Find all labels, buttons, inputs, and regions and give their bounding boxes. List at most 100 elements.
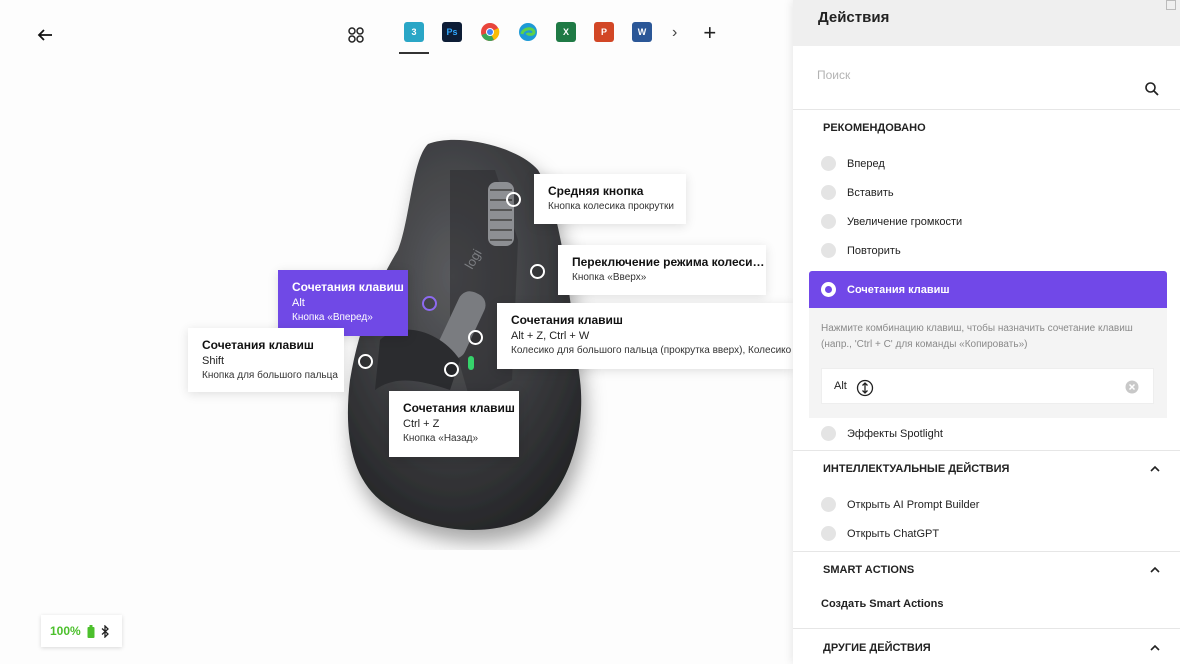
add-app-button[interactable]: +	[703, 22, 716, 44]
callout-middle-button[interactable]: Средняя кнопка Кнопка колесика прокрутки	[534, 174, 686, 224]
callout-subtitle: Кнопка «Вверх»	[572, 272, 647, 283]
edge-icon	[519, 23, 537, 41]
callout-gesture[interactable]: Сочетания клавиш Shift Кнопка для большо…	[188, 328, 344, 392]
callout-subtitle: Кнопка колесика прокрутки	[548, 201, 674, 212]
excel-icon: X	[556, 22, 576, 42]
middle-button-hotspot[interactable]	[506, 192, 521, 207]
selected-action-keystroke[interactable]: Сочетания клавиш	[809, 271, 1167, 308]
gesture-hotspot[interactable]	[358, 354, 373, 369]
app-tab-edge[interactable]	[518, 22, 538, 44]
action-label: Повторить	[847, 244, 901, 257]
action-label: Открыть ChatGPT	[847, 527, 940, 540]
recommended-title: РЕКОМЕНДОВАНО	[823, 122, 926, 134]
app-tab-chrome[interactable]	[480, 22, 500, 44]
callout-subtitle: Кнопка для большого пальца	[202, 370, 338, 381]
shortcut-config: Нажмите комбинацию клавиш, чтобы назначи…	[809, 308, 1167, 418]
radio-icon	[821, 243, 836, 258]
action-label: Увеличение громкости	[847, 215, 963, 228]
radio-icon	[821, 156, 836, 171]
shortcut-hint: Нажмите комбинацию клавиш, чтобы назначи…	[821, 323, 1133, 350]
section-title: SMART ACTIONS	[823, 564, 915, 576]
action-option[interactable]: Открыть ChatGPT	[821, 526, 939, 541]
actions-panel: Действия РЕКОМЕНДОВАНО Вперед Вставить У…	[793, 0, 1180, 664]
clear-icon[interactable]	[1125, 380, 1139, 394]
all-apps-icon[interactable]	[347, 26, 365, 44]
app-tab-photoshop[interactable]: Ps	[442, 22, 462, 44]
callout-value: Ctrl + Z	[403, 418, 440, 430]
search-icon[interactable]	[1144, 81, 1160, 97]
chevron-up-icon	[1150, 566, 1160, 573]
wheel-mode-hotspot[interactable]	[530, 264, 545, 279]
3ds-max-icon: 3	[404, 22, 424, 42]
panel-header: Действия	[793, 0, 1180, 46]
app-tabs: 3 Ps X P W › +	[399, 22, 716, 54]
action-option[interactable]: Увеличение громкости	[821, 214, 962, 229]
word-icon: W	[632, 22, 652, 42]
shortcut-input[interactable]: Alt	[821, 368, 1154, 404]
callout-subtitle: Кнопка «Назад»	[403, 433, 479, 444]
chevron-up-icon	[1150, 465, 1160, 472]
callout-back[interactable]: Сочетания клавиш Ctrl + Z Кнопка «Назад»	[389, 391, 519, 457]
app-tab-excel[interactable]: X	[556, 22, 576, 44]
device-canvas: 3 Ps X P W › + logi Средняя кнопка Кнопк…	[0, 0, 793, 664]
callout-value: Alt + Z, Ctrl + W	[511, 330, 590, 342]
search-bar	[793, 46, 1180, 110]
action-label: Эффекты Spotlight	[847, 427, 943, 440]
callout-thumbwheel[interactable]: Сочетания клавиш Alt + Z, Ctrl + W Колес…	[497, 303, 793, 369]
divider	[793, 551, 1180, 552]
section-other-actions-header[interactable]: ДРУГИЕ ДЕЙСТВИЯ	[793, 638, 1180, 658]
mouse-cursor-icon	[856, 379, 874, 397]
action-option[interactable]: Повторить	[821, 243, 901, 258]
bluetooth-icon	[101, 624, 109, 638]
action-option[interactable]: Эффекты Spotlight	[821, 426, 943, 441]
action-option[interactable]: Открыть AI Prompt Builder	[821, 497, 979, 512]
back-hotspot[interactable]	[444, 362, 459, 377]
action-label: Вперед	[847, 157, 885, 170]
action-label: Вставить	[847, 186, 894, 199]
app-tab-powerpoint[interactable]: P	[594, 22, 614, 44]
app-tab-word[interactable]: W	[632, 22, 652, 44]
callout-wheel-mode[interactable]: Переключение режима колеси… Кнопка «Ввер…	[558, 245, 766, 295]
callout-title: Средняя кнопка	[548, 184, 644, 198]
action-option[interactable]: Вставить	[821, 185, 894, 200]
callout-subtitle: Колесико для большого пальца (прокрутка …	[511, 345, 793, 356]
section-title: ИНТЕЛЛЕКТУАЛЬНЫЕ ДЕЙСТВИЯ	[823, 463, 1010, 475]
action-label: Открыть AI Prompt Builder	[847, 498, 980, 511]
callout-subtitle: Кнопка «Вперед»	[292, 312, 373, 323]
close-icon[interactable]	[1166, 0, 1176, 10]
radio-icon	[821, 185, 836, 200]
divider	[793, 450, 1180, 451]
callout-title: Переключение режима колеси…	[572, 255, 765, 269]
radio-icon	[821, 426, 836, 441]
radio-icon	[821, 214, 836, 229]
section-title: ДРУГИЕ ДЕЙСТВИЯ	[823, 642, 931, 654]
section-smart-actions-en-header[interactable]: SMART ACTIONS	[793, 560, 1180, 580]
panel-title: Действия	[818, 9, 890, 26]
callout-title: Сочетания клавиш	[403, 401, 515, 415]
radio-selected-icon	[821, 282, 836, 297]
section-smart-actions-header[interactable]: ИНТЕЛЛЕКТУАЛЬНЫЕ ДЕЙСТВИЯ	[793, 459, 1180, 479]
battery-icon	[87, 624, 95, 638]
divider	[793, 628, 1180, 629]
chrome-icon	[481, 23, 500, 41]
action-option[interactable]: Вперед	[821, 156, 885, 171]
radio-icon	[821, 497, 836, 512]
callout-title: Сочетания клавиш	[511, 313, 623, 327]
callout-value: Shift	[202, 355, 225, 367]
shortcut-value: Alt	[834, 380, 847, 392]
callout-title: Сочетания клавиш	[292, 280, 404, 294]
create-smart-actions-link[interactable]: Создать Smart Actions	[821, 598, 943, 610]
more-apps-chevron-icon[interactable]: ›	[672, 24, 677, 42]
thumbwheel-hotspot[interactable]	[468, 330, 483, 345]
callout-value: Alt	[292, 297, 305, 309]
app-tab-3ds-max[interactable]: 3	[399, 22, 429, 54]
search-input[interactable]	[817, 68, 1117, 82]
radio-icon	[821, 526, 836, 541]
forward-hotspot[interactable]	[422, 296, 437, 311]
battery-status: 100%	[41, 615, 122, 647]
callout-forward[interactable]: Сочетания клавиш Alt Кнопка «Вперед»	[278, 270, 408, 336]
photoshop-icon: Ps	[442, 22, 462, 42]
back-arrow-icon[interactable]	[36, 26, 54, 44]
callout-title: Сочетания клавиш	[202, 338, 314, 352]
battery-percent: 100%	[50, 624, 81, 638]
